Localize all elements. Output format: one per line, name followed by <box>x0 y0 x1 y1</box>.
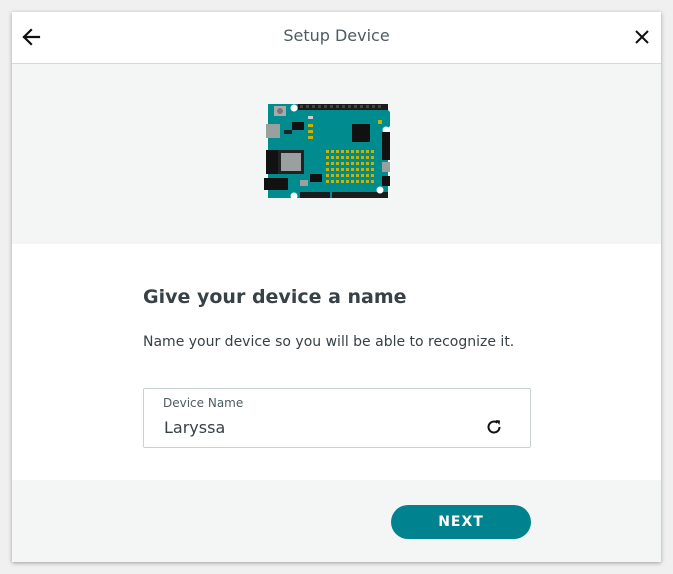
close-icon <box>635 30 649 44</box>
dialog-footer: NEXT <box>12 480 661 562</box>
device-name-section: Give your device a name Name your device… <box>12 244 661 480</box>
close-button[interactable] <box>628 23 656 51</box>
dialog-header: Setup Device <box>12 12 661 64</box>
section-heading: Give your device a name <box>143 286 407 308</box>
device-name-label: Device Name <box>163 396 244 410</box>
refresh-icon <box>487 420 501 434</box>
arduino-board-illustration <box>264 104 390 200</box>
device-hero <box>12 64 661 244</box>
device-name-field[interactable]: Device Name <box>143 388 531 448</box>
next-button[interactable]: NEXT <box>391 505 531 539</box>
regenerate-name-button[interactable] <box>484 417 504 437</box>
dialog-title: Setup Device <box>283 26 390 45</box>
setup-device-dialog: Setup Device Give your device a name Nam… <box>12 12 661 562</box>
device-name-input[interactable] <box>164 415 464 439</box>
section-description: Name your device so you will be able to … <box>143 334 515 350</box>
